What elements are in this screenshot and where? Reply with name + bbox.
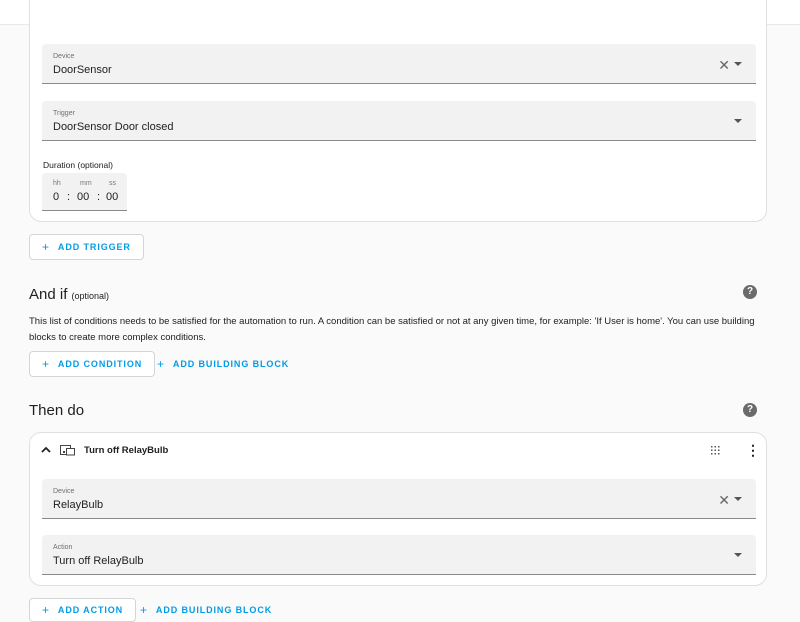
add-condition-button[interactable]: + ADD CONDITION xyxy=(29,351,156,377)
add-action-button[interactable]: + ADD ACTION xyxy=(29,598,137,622)
device-select[interactable]: Device DoorSensor ✕ xyxy=(42,44,756,84)
duration-sep-2: : xyxy=(97,191,101,203)
duration-hh-unit: hh xyxy=(53,180,61,187)
more-options-icon[interactable]: ⋮ xyxy=(746,442,760,459)
duration-label: Duration (optional) xyxy=(43,160,113,170)
add-building-block-button[interactable]: + ADD BUILDING BLOCK xyxy=(128,598,284,622)
action-device-value: RelayBulb xyxy=(53,499,104,511)
duration-ss-value[interactable]: 00 xyxy=(106,191,118,203)
device-select-label: Device xyxy=(53,53,75,60)
plus-icon: + xyxy=(42,603,50,617)
add-trigger-button[interactable]: + ADD TRIGGER xyxy=(29,234,144,260)
device-select-value: DoorSensor xyxy=(53,64,112,76)
clear-icon[interactable]: ✕ xyxy=(718,58,730,72)
actions-title: Then do xyxy=(29,402,85,419)
chevron-up-icon[interactable] xyxy=(41,446,51,453)
duration-mm-value[interactable]: 00 xyxy=(77,191,89,203)
trigger-select-value: DoorSensor Door closed xyxy=(53,121,174,133)
action-device-select[interactable]: Device RelayBulb ✕ xyxy=(42,479,756,519)
dropdown-arrow-icon[interactable] xyxy=(734,119,742,123)
drag-handle-icon[interactable] xyxy=(711,446,720,455)
clear-icon[interactable]: ✕ xyxy=(718,493,730,507)
dropdown-arrow-icon[interactable] xyxy=(734,62,742,66)
dropdown-arrow-icon[interactable] xyxy=(734,553,742,557)
device-icon xyxy=(60,445,75,456)
conditions-title-text: And if xyxy=(29,286,68,303)
help-icon[interactable]: ? xyxy=(743,285,757,299)
duration-hh-value[interactable]: 0 xyxy=(53,191,59,203)
add-building-block-button[interactable]: + ADD BUILDING BLOCK xyxy=(145,352,301,376)
trigger-select[interactable]: Trigger DoorSensor Door closed xyxy=(42,101,756,141)
add-building-block-label: ADD BUILDING BLOCK xyxy=(172,359,290,369)
trigger-select-label: Trigger xyxy=(53,110,75,117)
conditions-title: And if (optional) xyxy=(29,286,109,303)
duration-sep-1: : xyxy=(67,191,71,203)
action-device-label: Device xyxy=(53,488,75,495)
add-action-label: ADD ACTION xyxy=(57,605,124,615)
duration-ss-unit: ss xyxy=(109,180,116,187)
add-condition-label: ADD CONDITION xyxy=(57,359,143,369)
trigger-card: Device DoorSensor ✕ Trigger DoorSensor D… xyxy=(29,0,767,222)
plus-icon: + xyxy=(42,357,50,371)
action-card: Turn off RelayBulb ⋮ Device RelayBulb ✕ … xyxy=(29,432,767,586)
action-card-header[interactable]: Turn off RelayBulb ⋮ xyxy=(30,433,766,467)
add-building-block-label: ADD BUILDING BLOCK xyxy=(155,605,273,615)
add-trigger-label: ADD TRIGGER xyxy=(57,242,131,252)
duration-mm-unit: mm xyxy=(80,180,92,187)
action-select-label: Action xyxy=(53,544,73,551)
plus-icon: + xyxy=(157,357,165,371)
dropdown-arrow-icon[interactable] xyxy=(734,497,742,501)
action-select[interactable]: Action Turn off RelayBulb xyxy=(42,535,756,575)
help-icon[interactable]: ? xyxy=(743,403,757,417)
action-card-title: Turn off RelayBulb xyxy=(84,445,169,456)
action-select-value: Turn off RelayBulb xyxy=(53,555,144,567)
conditions-optional: (optional) xyxy=(71,291,110,301)
plus-icon: + xyxy=(42,240,50,254)
plus-icon: + xyxy=(140,603,148,617)
duration-input[interactable]: hh mm ss 0 : 00 : 00 xyxy=(42,173,127,211)
conditions-description: This list of conditions needs to be sati… xyxy=(29,316,755,343)
